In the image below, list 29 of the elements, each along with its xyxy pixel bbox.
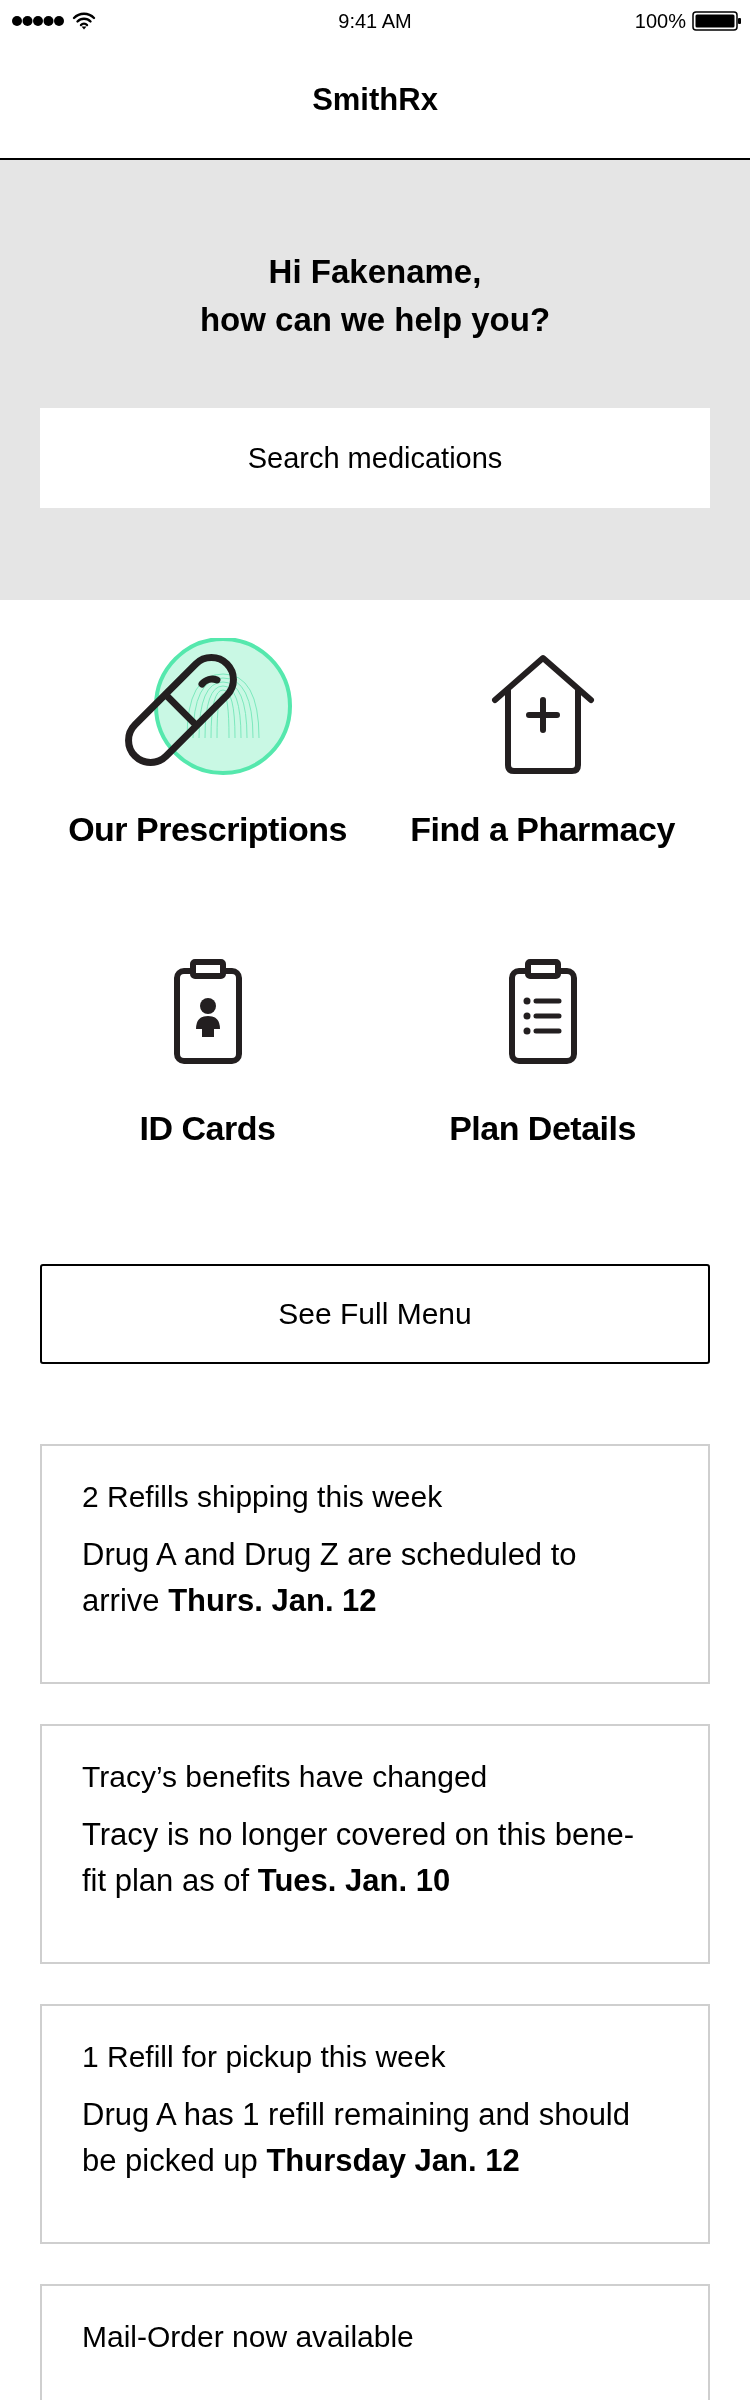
shortcut-label[interactable]: ID Cards bbox=[139, 1109, 276, 1148]
battery-icon bbox=[692, 11, 742, 31]
pharmacy-house-icon bbox=[491, 655, 594, 774]
card-title: Mail-Order now available bbox=[82, 2320, 415, 2354]
card-title: Tracy’s benefits have changed bbox=[82, 1760, 489, 1794]
id-clipboard-icon bbox=[173, 959, 242, 1064]
battery-percent: 100% bbox=[634, 9, 686, 33]
notification-card[interactable]: Mail-Order now available bbox=[40, 2284, 710, 2400]
search-field[interactable]: Search medications bbox=[40, 408, 710, 508]
wifi-icon bbox=[72, 12, 96, 30]
signal-icon bbox=[12, 15, 64, 27]
pill-icon bbox=[124, 654, 237, 766]
card-message: Drug A has 1 refill remaining and should be picked up Thursday Jan. 12 bbox=[82, 2096, 631, 2180]
shortcut-label[interactable]: Find a Pharmacy bbox=[410, 810, 675, 849]
card-message: Drug A and Drug Z are scheduled to arrive Thurs. Jan. 12 bbox=[82, 1536, 578, 1620]
card-title: 1 Refill for pickup this week bbox=[82, 2040, 447, 2074]
notification-card[interactable]: Tracy’s benefits have changed Tracy is no longer covered on this bene-fit plan as of Tues. Jan. 10 bbox=[40, 1724, 710, 1964]
greeting-text: Hi Fakename, bbox=[268, 252, 482, 292]
see-full-menu-button[interactable]: See Full Menu bbox=[40, 1264, 710, 1364]
shortcut-label[interactable]: Our Prescriptions bbox=[68, 810, 347, 849]
notification-card[interactable]: 1 Refill for pickup this week Drug A has 1 refill remaining and should be picked up Thursday Jan. 12 bbox=[40, 2004, 710, 2244]
status-time: 9:41 AM bbox=[338, 9, 412, 33]
greeting-question: how can we help you? bbox=[199, 300, 551, 340]
card-title: 2 Refills shipping this week bbox=[82, 1480, 444, 1514]
shortcut-label[interactable]: Plan Details bbox=[449, 1109, 636, 1148]
card-message: Tracy is no longer covered on this bene-fit plan as of Tues. Jan. 10 bbox=[82, 1816, 635, 1900]
notification-card[interactable]: 2 Refills shipping this week Drug A and Drug Z are scheduled to arrive Thurs. Jan. 12 bbox=[40, 1444, 710, 1684]
checklist-clipboard-icon bbox=[508, 959, 577, 1064]
app-title: SmithRx bbox=[312, 82, 438, 118]
